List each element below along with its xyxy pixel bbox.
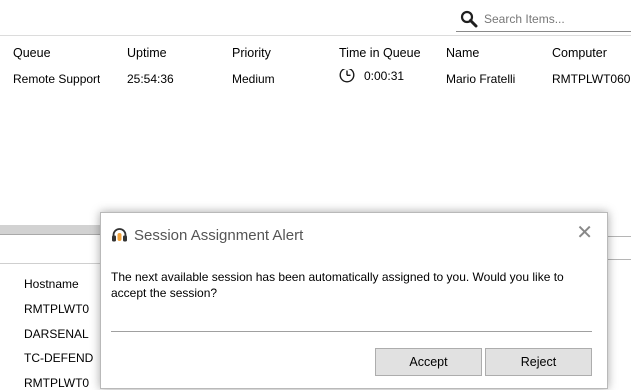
list-item[interactable]: RMTPLWT0 [24,302,100,316]
dialog-message: The next available session has been auto… [111,270,564,300]
list-item[interactable]: DARSENAL [24,327,100,341]
column-header-name[interactable]: Name [446,46,479,60]
cell-uptime: 25:54:36 [127,72,174,86]
cell-computer: RMTPLWT060 [552,72,631,86]
reject-button[interactable]: Reject [485,348,592,376]
cell-name: Mario Fratelli [446,72,516,86]
dialog-separator [111,331,592,332]
cell-queue: Remote Support [13,72,101,86]
search-icon [460,10,478,27]
column-header-time-in-queue[interactable]: Time in Queue [339,46,421,60]
session-assignment-dialog: Session Assignment Alert ✕ The next avai… [100,212,608,389]
column-header-computer[interactable]: Computer [552,46,631,60]
dialog-title: Session Assignment Alert [134,227,304,244]
column-header-queue[interactable]: Queue [13,46,51,60]
splitter-bar[interactable] [0,225,100,234]
lower-table-divider [0,263,100,264]
close-icon[interactable]: ✕ [576,223,593,243]
clock-icon [339,69,355,83]
right-panel-line-top [608,236,631,237]
lower-column-header-hostname[interactable]: Hostname [24,277,100,291]
right-panel-line-bottom [608,259,631,260]
headset-icon [112,228,127,242]
accept-button[interactable]: Accept [375,348,482,376]
list-item[interactable]: RMTPLWT0 [24,376,100,390]
list-item[interactable]: TC-DEFEND [24,351,100,365]
column-header-uptime[interactable]: Uptime [127,46,167,60]
time-in-queue-value: 0:00:31 [364,69,405,83]
header-divider [0,35,631,36]
column-header-priority[interactable]: Priority [232,46,271,60]
search-placeholder: Search Items... [484,11,565,26]
cell-priority: Medium [232,72,275,86]
search-box[interactable]: Search Items... [456,6,631,32]
splitter-edge [0,234,100,235]
cell-time-in-queue: 0:00:31 [339,69,404,83]
